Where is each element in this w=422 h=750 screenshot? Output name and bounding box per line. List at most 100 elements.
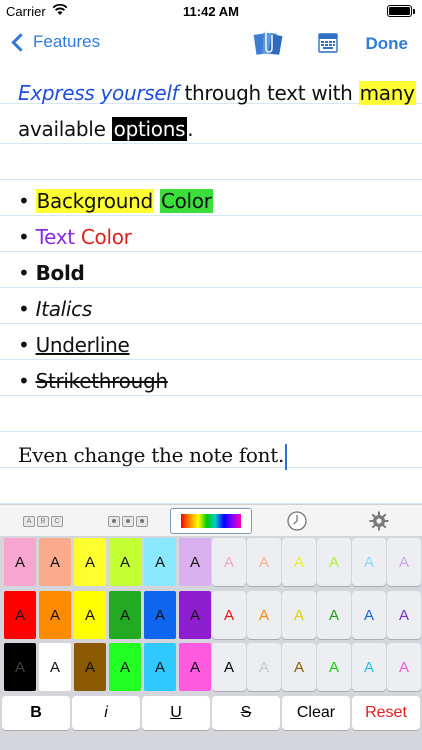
plain-text: available [18, 117, 112, 141]
text-color-swatch[interactable]: A [387, 591, 421, 639]
text-color-swatch[interactable]: A [212, 591, 246, 639]
bullet-text-color: • Text Color [18, 222, 132, 252]
bullet: • [18, 333, 36, 357]
note-font-line: Even change the note font. [18, 440, 288, 470]
highlight-yellow-text: many [358, 81, 416, 105]
bullet: • [18, 297, 36, 321]
done-button[interactable]: Done [366, 34, 409, 54]
background-color-swatch[interactable]: A [179, 538, 211, 586]
bold-button[interactable]: B [2, 696, 70, 730]
tab-bullets[interactable] [101, 508, 155, 534]
underline-button[interactable]: U [142, 696, 210, 730]
purple-text: Text [35, 225, 76, 249]
background-color-swatch[interactable]: A [74, 591, 106, 639]
background-color-swatch[interactable]: A [144, 591, 176, 639]
plain-text: through text with [178, 81, 359, 105]
text-color-swatch[interactable]: A [352, 591, 386, 639]
note-editor[interactable]: Express yourself through text with many … [0, 68, 422, 504]
bullet-strikethrough: • Strikethrough [18, 366, 168, 396]
battery-icon [387, 5, 415, 17]
italic-text: Italics [35, 297, 93, 321]
dot-icon [122, 515, 134, 527]
text-color-swatch[interactable]: A [212, 643, 246, 691]
abc-icon: B [37, 515, 49, 527]
text-color-swatch[interactable]: A [317, 643, 351, 691]
bullet: • [18, 225, 36, 249]
note-line-2: available options. [18, 114, 194, 144]
clear-button[interactable]: Clear [282, 696, 350, 730]
text-cursor [285, 443, 288, 470]
tab-text-style[interactable]: ABC [16, 508, 70, 534]
highlight-yellow-text: Background [35, 189, 154, 213]
dot-icon [136, 515, 148, 527]
serif-text: Even change the note font. [18, 443, 285, 467]
tab-colors[interactable] [170, 508, 252, 534]
background-color-swatch[interactable]: A [4, 643, 36, 691]
text-color-swatch[interactable]: A [247, 643, 281, 691]
highlight-green-text: Color [159, 189, 213, 213]
clock: 11:42 AM [183, 4, 239, 19]
background-color-swatch[interactable]: A [4, 538, 36, 586]
text-color-swatch[interactable]: A [247, 538, 281, 586]
background-color-swatch[interactable]: A [179, 643, 211, 691]
format-tabs: ABC [0, 504, 422, 536]
background-color-swatch[interactable]: A [39, 591, 71, 639]
format-action-row: B i U S Clear Reset [0, 694, 422, 750]
background-color-swatch[interactable]: A [109, 591, 141, 639]
bullet-background-color: • Background Color [18, 186, 213, 216]
background-color-swatch[interactable]: A [39, 538, 71, 586]
tab-history[interactable] [284, 508, 310, 534]
status-bar: Carrier 11:42 AM [0, 0, 422, 22]
clock-icon [287, 511, 307, 531]
strikethrough-button[interactable]: S [212, 696, 280, 730]
chevron-left-icon [11, 32, 30, 52]
text-color-swatch[interactable]: A [282, 591, 316, 639]
blue-italic-text: Express yourself [18, 81, 179, 105]
gear-icon [369, 511, 389, 531]
italic-button[interactable]: i [72, 696, 140, 730]
text-color-swatch[interactable]: A [212, 538, 246, 586]
rainbow-icon [181, 514, 241, 528]
color-grid: AAAAAAAAAAAAAAAAAAAAAAAAAAAAAAAAAAAA [0, 536, 422, 694]
bullet-italics: • Italics [18, 294, 92, 324]
background-color-swatch[interactable]: A [144, 538, 176, 586]
abc-icon: A [23, 515, 35, 527]
background-color-swatch[interactable]: A [109, 643, 141, 691]
navigation-bar: Features Done [0, 22, 422, 66]
text-color-swatch[interactable]: A [317, 591, 351, 639]
reset-button[interactable]: Reset [352, 696, 420, 730]
back-button[interactable]: Features [10, 32, 100, 52]
text-color-swatch[interactable]: A [317, 538, 351, 586]
text-color-swatch[interactable]: A [387, 643, 421, 691]
bold-text: Bold [35, 261, 85, 285]
bullet-underline: • Underline [18, 330, 130, 360]
background-color-swatch[interactable]: A [109, 538, 141, 586]
attachment-icon[interactable] [252, 28, 284, 58]
keyboard-icon[interactable] [318, 33, 338, 53]
background-color-swatch[interactable]: A [74, 643, 106, 691]
note-line-1: Express yourself through text with many [18, 78, 416, 108]
tab-settings[interactable] [366, 508, 392, 534]
text-color-swatch[interactable]: A [352, 538, 386, 586]
highlight-black-text: options [111, 117, 188, 141]
background-color-swatch[interactable]: A [39, 643, 71, 691]
text-color-swatch[interactable]: A [282, 538, 316, 586]
bullet-bold: • Bold [18, 258, 85, 288]
strikethrough-text: Strikethrough [35, 369, 168, 393]
text-color-swatch[interactable]: A [247, 591, 281, 639]
background-color-swatch[interactable]: A [4, 591, 36, 639]
background-color-swatch[interactable]: A [144, 643, 176, 691]
bullet: • [18, 189, 36, 213]
bullet: • [18, 369, 36, 393]
back-button-label: Features [33, 32, 101, 51]
background-color-swatch[interactable]: A [179, 591, 211, 639]
dot-icon [108, 515, 120, 527]
plain-text: . [187, 117, 194, 141]
bullet: • [18, 261, 36, 285]
text-color-swatch[interactable]: A [387, 538, 421, 586]
text-color-swatch[interactable]: A [352, 643, 386, 691]
abc-icon: C [51, 515, 63, 527]
text-color-swatch[interactable]: A [282, 643, 316, 691]
background-color-swatch[interactable]: A [74, 538, 106, 586]
underline-text: Underline [35, 333, 130, 357]
